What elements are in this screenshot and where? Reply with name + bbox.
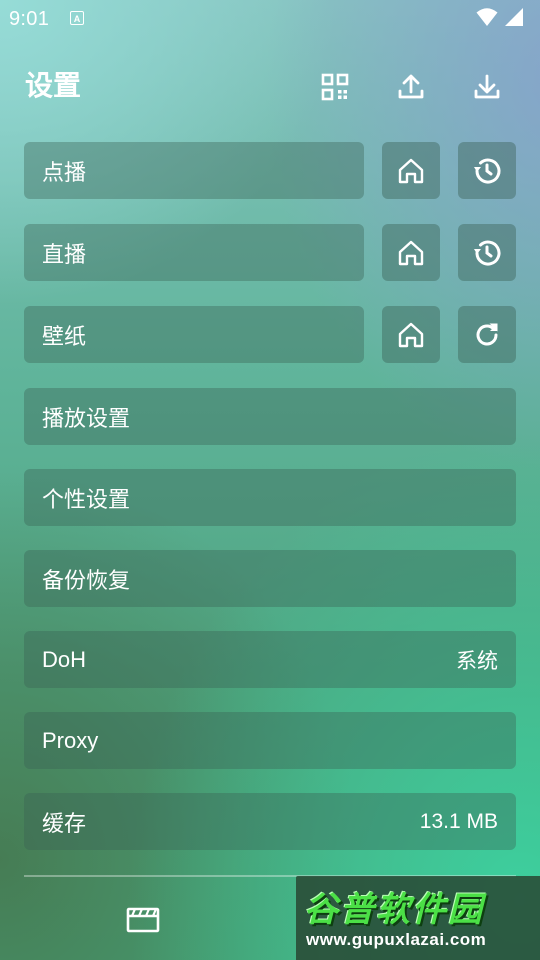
qr-code-button[interactable] bbox=[318, 70, 352, 104]
status-indicators bbox=[476, 7, 524, 27]
home-icon bbox=[398, 158, 424, 183]
refresh-icon bbox=[476, 323, 498, 345]
status-time: 9:01 bbox=[9, 8, 50, 30]
setting-label: Proxy bbox=[42, 727, 99, 753]
setting-label: 个性设置 bbox=[42, 486, 131, 512]
setting-label: 缓存 bbox=[42, 810, 87, 836]
live-history-button[interactable] bbox=[458, 224, 516, 281]
download-icon bbox=[474, 74, 500, 99]
setting-label: 备份恢复 bbox=[42, 567, 131, 593]
setting-row-backup[interactable]: 备份恢复 bbox=[24, 550, 516, 607]
setting-row-proxy[interactable]: Proxy bbox=[24, 712, 516, 769]
setting-value: 系统 bbox=[456, 649, 498, 673]
setting-row-vod[interactable]: 点播 bbox=[24, 142, 364, 199]
setting-row-playback[interactable]: 播放设置 bbox=[24, 388, 516, 445]
setting-label: 播放设置 bbox=[42, 405, 131, 431]
setting-label: 点播 bbox=[42, 159, 87, 185]
wifi-icon bbox=[476, 8, 498, 26]
history-icon bbox=[474, 158, 501, 184]
signal-icon bbox=[505, 8, 523, 26]
setting-label: DoH bbox=[42, 646, 87, 672]
upload-icon bbox=[398, 74, 424, 99]
film-icon[interactable] bbox=[126, 905, 160, 933]
notification-icon: A bbox=[70, 11, 84, 25]
setting-row-cache[interactable]: 缓存 13.1 MB bbox=[24, 793, 516, 850]
home-icon bbox=[398, 240, 424, 265]
page-title: 设置 bbox=[25, 70, 82, 101]
setting-row-doh[interactable]: DoH 系统 bbox=[24, 631, 516, 688]
setting-label: 直播 bbox=[42, 241, 87, 267]
setting-label: 壁纸 bbox=[42, 323, 87, 349]
setting-row-personalize[interactable]: 个性设置 bbox=[24, 469, 516, 526]
setting-row-wallpaper[interactable]: 壁纸 bbox=[24, 306, 364, 363]
wallpaper-home-button[interactable] bbox=[382, 306, 440, 363]
header: 设置 bbox=[0, 56, 540, 116]
qr-code-icon bbox=[321, 73, 349, 101]
wallpaper-refresh-button[interactable] bbox=[458, 306, 516, 363]
watermark-url: www.gupuxlazai.com bbox=[306, 930, 487, 949]
home-icon bbox=[398, 322, 424, 347]
vod-history-button[interactable] bbox=[458, 142, 516, 199]
watermark-brand: 谷普软件园 bbox=[304, 891, 484, 929]
setting-value: 13.1 MB bbox=[419, 809, 498, 833]
live-home-button[interactable] bbox=[382, 224, 440, 281]
status-bar: 9:01 A bbox=[0, 0, 540, 36]
download-button[interactable] bbox=[470, 70, 504, 104]
upload-button[interactable] bbox=[394, 70, 428, 104]
watermark: 谷普软件园 www.gupuxlazai.com bbox=[296, 876, 540, 960]
history-icon bbox=[474, 240, 501, 266]
vod-home-button[interactable] bbox=[382, 142, 440, 199]
setting-row-live[interactable]: 直播 bbox=[24, 224, 364, 281]
